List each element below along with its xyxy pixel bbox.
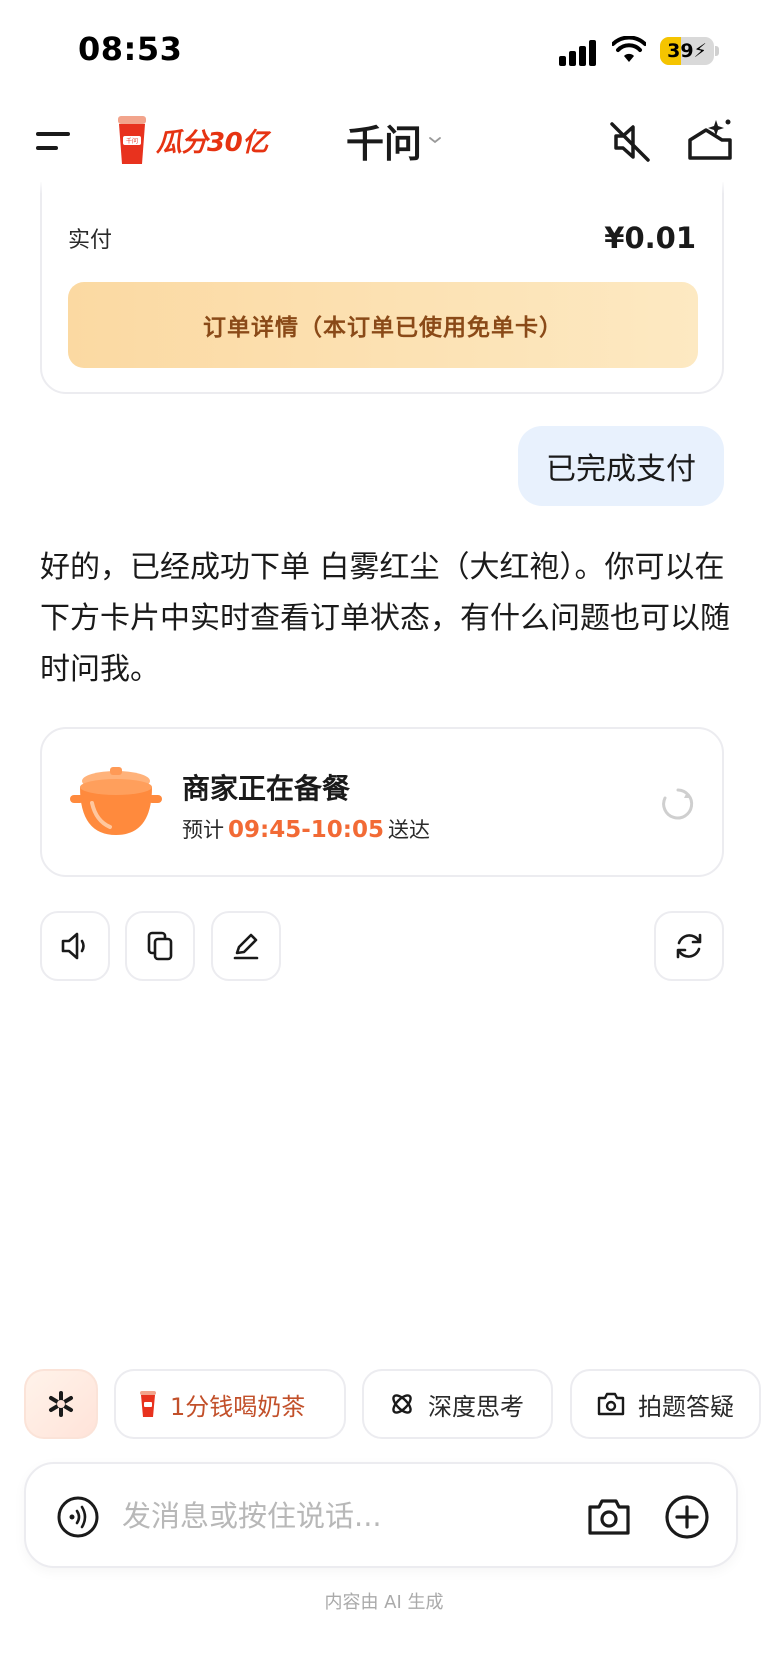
- voice-input-icon[interactable]: [56, 1495, 100, 1539]
- eta-time: 09:45-10:05: [228, 817, 384, 843]
- svg-text:千问: 千问: [126, 137, 138, 145]
- nav-title: 千问: [346, 121, 423, 166]
- milk-tea-chip[interactable]: 1分钱喝奶茶: [114, 1369, 346, 1439]
- model-selector[interactable]: 千问: [346, 116, 442, 166]
- delivery-status: 商家正在备餐: [182, 772, 351, 805]
- menu-icon[interactable]: [34, 124, 74, 156]
- mute-icon[interactable]: [608, 120, 652, 164]
- cooking-pot-icon: [70, 767, 162, 835]
- wifi-icon: [612, 36, 646, 62]
- paid-row: 实付 ¥0.01: [68, 220, 696, 256]
- status-bar: 08:53 39⚡: [0, 0, 768, 100]
- battery-indicator: 39⚡: [660, 37, 714, 65]
- eta-suffix: 送达: [387, 818, 430, 842]
- regenerate-icon: [676, 933, 702, 959]
- photo-question-chip[interactable]: 拍题答疑: [570, 1369, 761, 1439]
- skills-chip[interactable]: [24, 1369, 98, 1439]
- eta-prefix: 预计: [182, 818, 224, 842]
- sparkle-asterisk-icon: [49, 1391, 73, 1417]
- copy-icon: [147, 931, 173, 961]
- quick-chips: 1分钱喝奶茶 深度思考 拍题答疑: [0, 1369, 768, 1439]
- new-chat-icon[interactable]: [686, 116, 734, 164]
- order-detail-button[interactable]: 订单详情（本订单已使用免单卡）: [68, 282, 698, 368]
- camera-icon[interactable]: [586, 1495, 632, 1539]
- battery-level: 39⚡: [667, 40, 707, 62]
- promo-text: 瓜分30亿: [156, 127, 268, 158]
- status-time: 08:53: [78, 30, 183, 68]
- message-input[interactable]: [122, 1490, 482, 1542]
- milk-tea-cup-icon: 千问: [118, 116, 146, 164]
- regenerate-button[interactable]: [654, 911, 724, 981]
- ai-reply-text: 好的，已经成功下单 白雾红尘（大红袍）。你可以在下方卡片中实时查看订单状态，有什…: [40, 550, 730, 687]
- message-input-bar: [24, 1462, 738, 1568]
- loading-spinner-icon: [662, 788, 694, 820]
- paid-amount: ¥0.01: [604, 221, 696, 255]
- delivery-status-card[interactable]: 商家正在备餐 预计 09:45-10:05 送达: [40, 727, 724, 877]
- read-aloud-button[interactable]: [40, 911, 110, 981]
- scroll-fade: [0, 180, 768, 194]
- milk-tea-cup-icon: [140, 1391, 156, 1417]
- promo-banner[interactable]: 千问 瓜分30亿: [114, 112, 268, 168]
- deep-think-icon: [392, 1394, 412, 1414]
- paid-label: 实付: [68, 228, 113, 253]
- plus-icon[interactable]: [664, 1494, 710, 1540]
- deep-think-chip[interactable]: 深度思考: [362, 1369, 553, 1439]
- chevron-down-icon: [429, 137, 441, 144]
- deep-think-chip-label: 深度思考: [428, 1392, 524, 1421]
- milk-tea-chip-label: 1分钱喝奶茶: [170, 1392, 306, 1421]
- battery-cap: [715, 46, 719, 56]
- photo-question-chip-label: 拍题答疑: [638, 1392, 734, 1421]
- cellular-signal-icon: [559, 40, 596, 66]
- edit-icon: [233, 933, 259, 960]
- user-message-bubble: 已完成支付: [518, 426, 724, 506]
- camera-question-icon: [597, 1392, 625, 1416]
- copy-button[interactable]: [125, 911, 195, 981]
- nav-bar: 千问 瓜分30亿 千问: [0, 100, 768, 182]
- eta-row: 预计 09:45-10:05 送达: [182, 814, 430, 844]
- edit-button[interactable]: [211, 911, 281, 981]
- chat-screen: 08:53 39⚡ 实付 ¥0.01 订单详情（本订单已使用免单卡） 千问 瓜分…: [0, 0, 768, 1663]
- ai-generated-notice: 内容由 AI 生成: [324, 1592, 444, 1613]
- speaker-icon: [61, 932, 85, 960]
